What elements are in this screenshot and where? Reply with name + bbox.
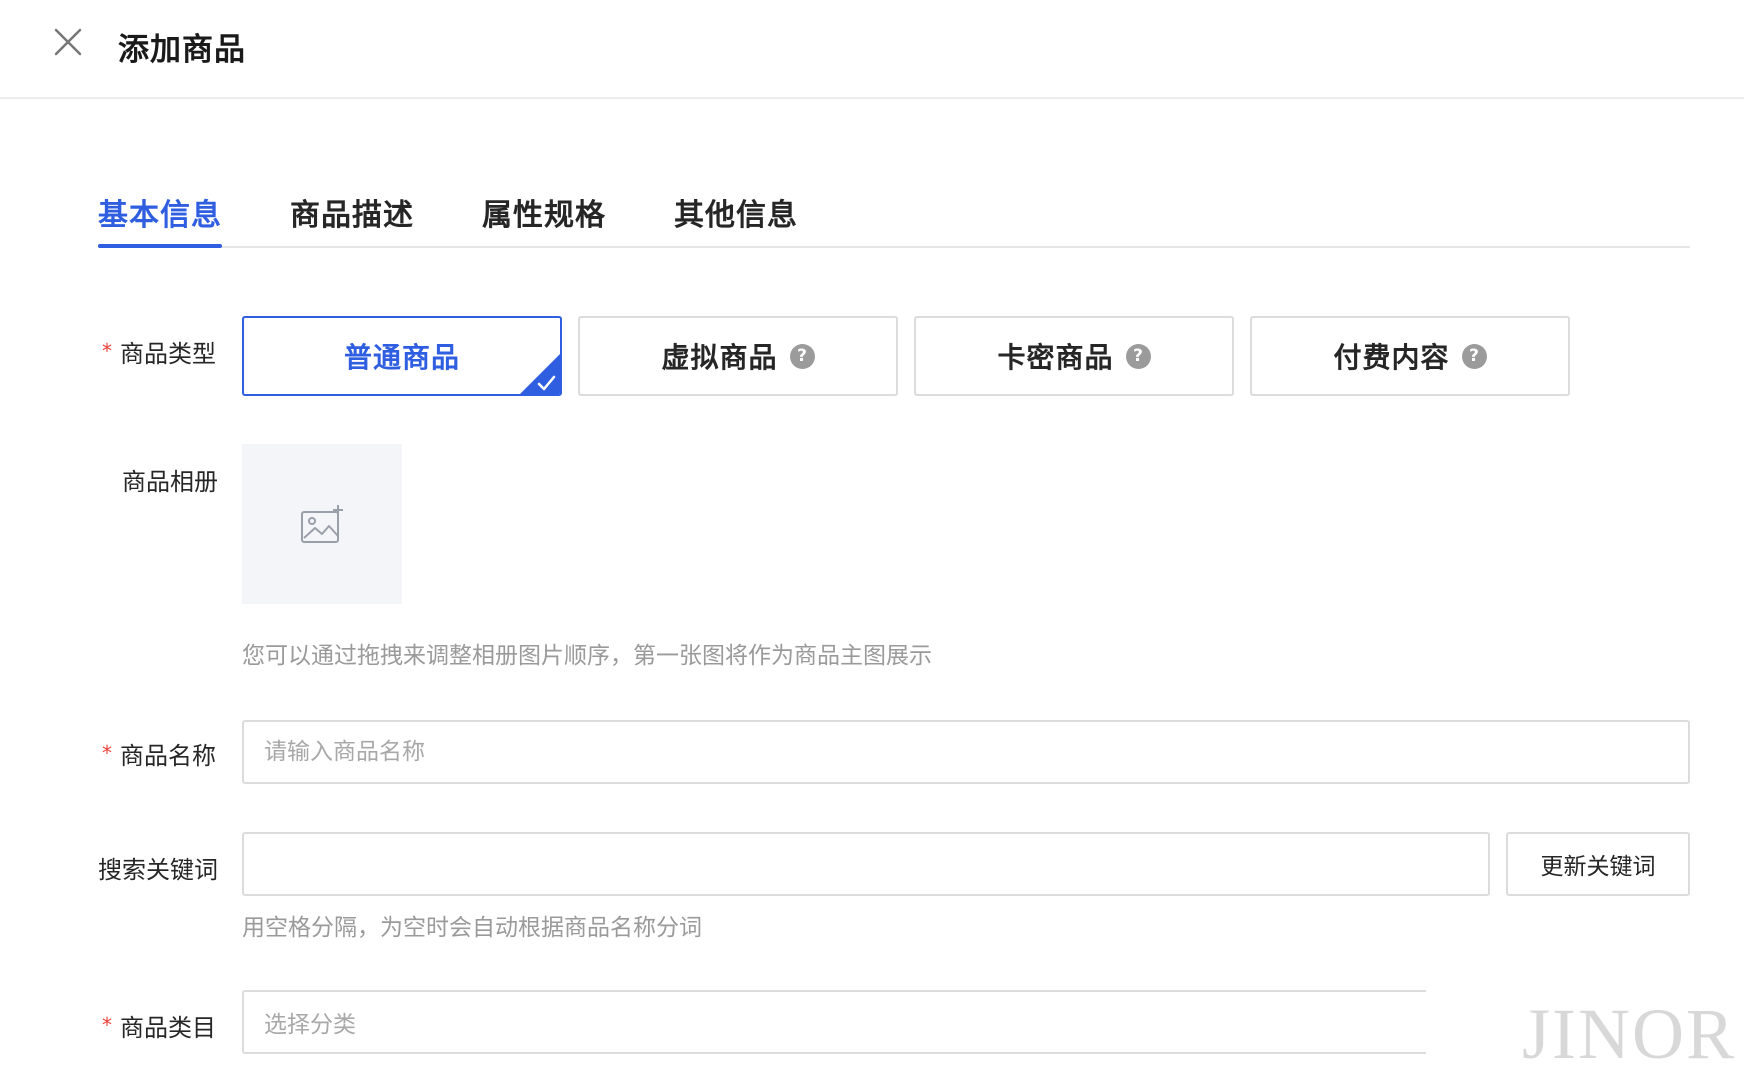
required-mark: * [102, 339, 112, 363]
product-name-input[interactable] [242, 720, 1690, 784]
add-image-icon [301, 505, 343, 543]
album-label: 商品相册 [122, 468, 218, 496]
tab-bar: 基本信息 商品描述 属性规格 其他信息 [98, 182, 1690, 248]
type-option-label: 虚拟商品 [661, 341, 778, 374]
type-option-card-key[interactable]: 卡密商品 ? [914, 316, 1234, 396]
category-placeholder: 选择分类 [264, 1012, 356, 1038]
close-icon[interactable] [52, 26, 84, 58]
keywords-hint: 用空格分隔，为空时会自动根据商品名称分词 [242, 915, 702, 941]
product-type-label: * 商品类型 [102, 339, 216, 368]
type-option-label: 付费内容 [1333, 341, 1450, 374]
product-name-label: * 商品名称 [102, 741, 216, 770]
help-icon[interactable]: ? [789, 343, 815, 369]
required-mark: * [102, 741, 112, 765]
type-option-paid-content[interactable]: 付费内容 ? [1250, 316, 1570, 396]
album-hint: 您可以通过拖拽来调整相册图片顺序，第一张图将作为商品主图展示 [242, 643, 932, 669]
required-mark: * [102, 1013, 112, 1037]
tab-attributes-specs[interactable]: 属性规格 [482, 190, 606, 246]
tab-other-info[interactable]: 其他信息 [674, 190, 798, 246]
add-product-page: 添加商品 基本信息 商品描述 属性规格 其他信息 * 商品类型 普通商品 虚拟商品… [0, 0, 1744, 1076]
selected-check-icon [520, 354, 560, 394]
type-option-normal[interactable]: 普通商品 [242, 316, 562, 396]
search-keywords-input[interactable] [242, 832, 1490, 896]
update-keywords-button[interactable]: 更新关键词 [1506, 832, 1690, 896]
page-title: 添加商品 [118, 32, 246, 68]
type-option-label: 普通商品 [343, 341, 460, 374]
help-icon[interactable]: ? [1461, 343, 1487, 369]
search-keywords-label: 搜索关键词 [98, 856, 218, 884]
type-option-label: 卡密商品 [997, 341, 1114, 374]
tab-product-description[interactable]: 商品描述 [290, 190, 414, 246]
help-icon[interactable]: ? [1125, 343, 1151, 369]
type-option-virtual[interactable]: 虚拟商品 ? [578, 316, 898, 396]
watermark: JINOR [1521, 994, 1736, 1074]
tab-basic-info[interactable]: 基本信息 [98, 190, 222, 248]
category-select[interactable]: 选择分类 [242, 990, 1426, 1054]
album-upload-button[interactable] [242, 444, 402, 604]
header: 添加商品 [0, 0, 1744, 99]
product-category-label: * 商品类目 [102, 1013, 216, 1042]
